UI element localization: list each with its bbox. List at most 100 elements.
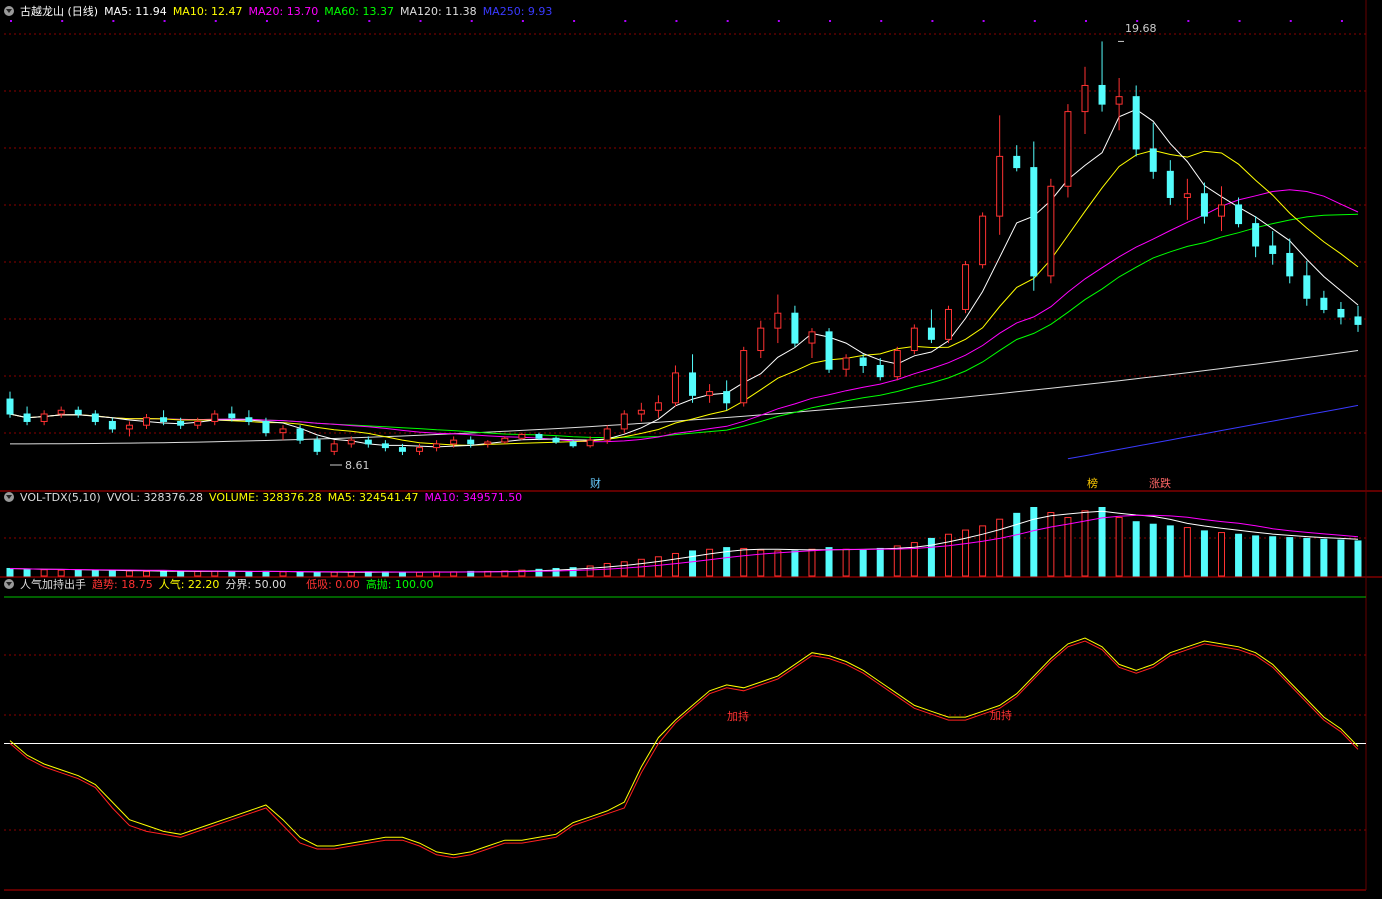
dropdown-icon[interactable]	[4, 6, 14, 16]
candle	[825, 331, 833, 370]
dropdown-icon[interactable]	[4, 492, 14, 502]
candle	[211, 413, 219, 422]
candle	[893, 350, 901, 378]
volume-bar	[654, 556, 662, 577]
candle	[74, 409, 82, 415]
signal-dot	[1340, 20, 1343, 22]
candle	[1115, 96, 1123, 105]
event-tag-finance[interactable]: 财	[590, 475, 601, 491]
vol-ma10: MA10: 349571.50	[424, 491, 523, 504]
candle	[1354, 316, 1362, 325]
signal-dot	[573, 20, 576, 22]
candle	[160, 417, 168, 422]
signal-dot	[675, 20, 678, 22]
candle	[364, 439, 372, 445]
signal-dot	[880, 20, 883, 22]
volume-bar	[808, 548, 816, 577]
ind-name: 人气加持出手	[20, 578, 86, 591]
ma250-line	[1067, 404, 1359, 460]
volume-bar	[296, 571, 304, 577]
candle	[1149, 148, 1157, 172]
volume-bar	[1064, 517, 1072, 577]
candle	[603, 428, 611, 441]
volume-bar	[177, 571, 185, 577]
candle	[1200, 193, 1208, 217]
dropdown-icon[interactable]	[4, 579, 14, 589]
volume-bar	[1200, 530, 1208, 577]
candle	[228, 413, 236, 419]
signal-dot	[1084, 20, 1087, 22]
volume-bar	[893, 545, 901, 577]
candle	[381, 443, 389, 449]
signal-dot	[624, 20, 627, 22]
volume-bar	[228, 570, 236, 577]
signal-dot	[112, 20, 115, 22]
volume-bar	[1183, 527, 1191, 577]
vol-vvol: VVOL: 328376.28	[106, 491, 204, 504]
volume-bar	[330, 571, 338, 577]
ma-legend-item: MA60: 13.37	[324, 5, 394, 18]
candle	[1064, 111, 1072, 187]
volume-bar	[279, 571, 287, 577]
volume-bar	[1320, 538, 1328, 577]
volume-bar	[398, 571, 406, 577]
event-tag-limit[interactable]: 涨跌	[1149, 475, 1171, 491]
candle	[586, 439, 594, 447]
signal-dot	[317, 20, 320, 22]
candle	[6, 398, 14, 415]
candle	[296, 428, 304, 441]
signal-dot	[1033, 20, 1036, 22]
ma120-line	[10, 350, 1359, 445]
chart-canvas[interactable]	[0, 0, 1382, 899]
signal-dot	[931, 20, 934, 22]
candle	[398, 447, 406, 452]
candle	[143, 417, 151, 426]
ma-legend: MA5: 11.94 MA10: 12.47 MA20: 13.70 MA60: 13…	[104, 5, 558, 18]
volume-bar	[740, 547, 748, 577]
candle	[706, 391, 714, 396]
candle	[467, 439, 475, 445]
volume-bar	[671, 552, 679, 577]
candle	[1303, 275, 1311, 299]
volume-bar	[1013, 512, 1021, 577]
candle	[944, 308, 952, 340]
event-tag-list[interactable]: 榜	[1087, 475, 1098, 491]
volume-bar	[876, 547, 884, 577]
ind-popularity: 人气: 22.20	[158, 578, 220, 591]
volume-bar	[620, 561, 628, 577]
volume-bar	[347, 571, 355, 577]
signal-label-2: 加持	[990, 709, 1012, 722]
ma-legend-item: MA5: 11.94	[104, 5, 167, 18]
volume-bar	[262, 570, 270, 577]
volume-bar	[160, 570, 168, 577]
candle	[518, 434, 526, 439]
candle	[1252, 223, 1260, 247]
candle	[569, 441, 577, 447]
candle	[433, 443, 441, 449]
candle	[620, 413, 628, 430]
candle	[1286, 252, 1294, 277]
candle	[1183, 193, 1191, 198]
candle	[330, 443, 338, 452]
candle	[791, 312, 799, 344]
ind-boundary: 分界: 50.00	[225, 578, 287, 591]
candle	[125, 424, 133, 430]
candle	[910, 327, 918, 352]
volume-bar	[1115, 517, 1123, 577]
candle	[996, 155, 1004, 217]
candle	[347, 439, 355, 445]
stock-title: 古越龙山 (日线)	[20, 5, 99, 18]
signal-dot	[982, 20, 985, 22]
signal-label-1: 加持	[727, 710, 749, 723]
volume-bar	[57, 569, 65, 577]
volume-bar	[143, 570, 151, 577]
candle	[23, 413, 31, 422]
low-price-label: 8.61	[345, 459, 370, 472]
candle	[1047, 185, 1055, 277]
candle	[313, 439, 321, 452]
volume-bar	[1217, 532, 1225, 577]
ma-legend-item: MA250: 9.93	[482, 5, 553, 18]
vol-volume: VOLUME: 328376.28	[209, 491, 322, 504]
candle	[1013, 155, 1021, 169]
candle	[552, 437, 560, 443]
